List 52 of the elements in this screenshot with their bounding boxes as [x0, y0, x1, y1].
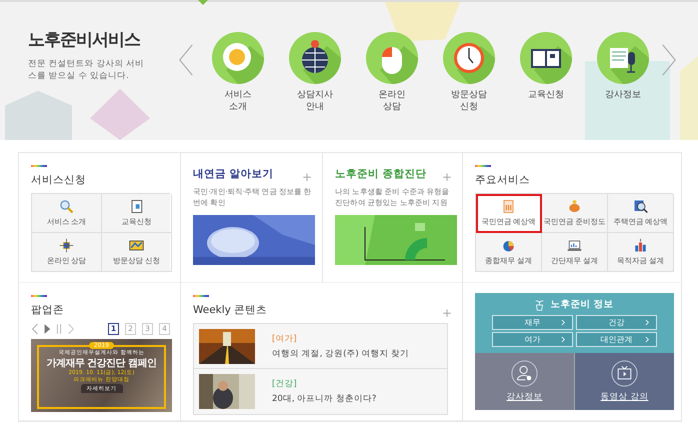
- chevron-icon: [645, 319, 650, 326]
- service-link[interactable]: 상담지사 안내: [289, 32, 341, 114]
- section-title[interactable]: 내연금 알아보기: [193, 167, 274, 181]
- next-icon[interactable]: [67, 323, 75, 335]
- decorative-shape: [90, 88, 150, 140]
- pie-chart-icon: [501, 238, 516, 253]
- section-title: 주요서비스: [475, 173, 531, 187]
- category-label: [여가]: [272, 332, 298, 344]
- tile-link[interactable]: 강사정보: [506, 391, 542, 403]
- info-title: 노후준비 정보: [550, 298, 614, 311]
- content-item[interactable]: [건강] 20대, 아프니까 청춘이다?: [194, 369, 447, 414]
- laptop-icon: [567, 238, 582, 253]
- service-link[interactable]: 온라인 상담: [366, 32, 418, 114]
- plant-icon: [535, 298, 544, 310]
- content-title: 여행의 계절, 강원(주) 여행지 찾기: [272, 348, 410, 360]
- section-title[interactable]: 노후준비 종합진단: [335, 167, 427, 181]
- content-title: 20대, 아프니까 청춘이다?: [272, 393, 376, 405]
- tile-link[interactable]: 동영상 강의: [600, 391, 648, 403]
- book-circle-icon: [520, 32, 572, 84]
- chevron-icon: [561, 319, 566, 326]
- category-label: [건강]: [272, 378, 298, 390]
- tv-icon: [611, 360, 638, 387]
- chevron-icon: [561, 336, 566, 343]
- magnifier-icon: [633, 199, 648, 214]
- banner-description: 전문 컨설턴트와 강사의 서비스를 받으실 수 있습니다.: [28, 59, 146, 83]
- calculator-icon: [501, 199, 516, 214]
- content-item[interactable]: [여가] 여행의 계절, 강원(주) 여행지 찾기: [194, 324, 447, 369]
- map-icon: [129, 238, 144, 253]
- pause-icon[interactable]: [55, 323, 63, 335]
- service-link[interactable]: 방문상담 신청: [443, 32, 495, 114]
- previous-icon[interactable]: [31, 323, 39, 335]
- person-icon: [511, 360, 538, 387]
- network-icon: [59, 238, 74, 253]
- chevron-icon: [645, 336, 650, 343]
- promo-headline: 가계재무 건강진단 캠페인: [46, 357, 157, 370]
- mic-circle-icon: [597, 32, 649, 84]
- service-link[interactable]: 서비스 소개: [212, 32, 264, 114]
- service-link[interactable]: 강사정보: [597, 32, 649, 114]
- section-title: Weekly 콘텐츠: [193, 303, 268, 317]
- bar-chart-icon: [633, 238, 648, 253]
- service-link[interactable]: 교육신청: [520, 32, 572, 114]
- address-book-icon: [129, 199, 144, 214]
- play-icon[interactable]: [43, 323, 51, 335]
- piggy-bank-icon: [567, 199, 582, 214]
- egg-circle-icon: [212, 32, 264, 84]
- section-title: 팝업존: [31, 303, 65, 317]
- banner-title: 노후준비서비스: [28, 29, 142, 51]
- globe-circle-icon: [289, 32, 341, 84]
- section-title: 서비스신청: [31, 173, 87, 187]
- search-icon: [59, 199, 74, 214]
- clock-circle-icon: [443, 32, 495, 84]
- mouse-circle-icon: [366, 32, 418, 84]
